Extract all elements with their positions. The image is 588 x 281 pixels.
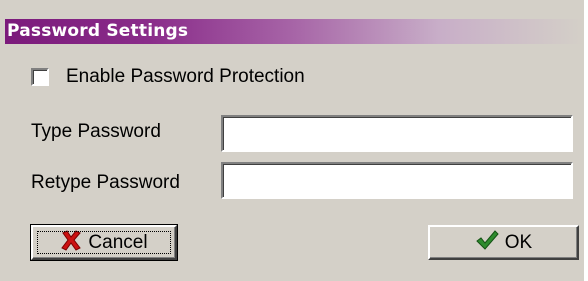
retype-password-input[interactable] <box>221 162 573 199</box>
retype-password-label: Retype Password <box>31 172 180 193</box>
red-x-icon <box>60 229 82 257</box>
cancel-button-label: Cancel <box>88 231 148 253</box>
title-bar: Password Settings <box>5 19 584 44</box>
cancel-button[interactable]: Cancel <box>30 224 178 261</box>
enable-password-protection-label[interactable]: Enable Password Protection <box>66 66 305 88</box>
type-password-label: Type Password <box>31 121 161 142</box>
green-check-icon <box>475 229 499 257</box>
enable-password-protection-checkbox[interactable] <box>31 68 49 86</box>
ok-button-label: OK <box>504 231 533 253</box>
dialog-title: Password Settings <box>7 21 189 41</box>
ok-button[interactable]: OK <box>428 225 579 260</box>
password-settings-dialog: Password Settings Enable Password Protec… <box>0 0 584 281</box>
type-password-input[interactable] <box>221 115 573 152</box>
